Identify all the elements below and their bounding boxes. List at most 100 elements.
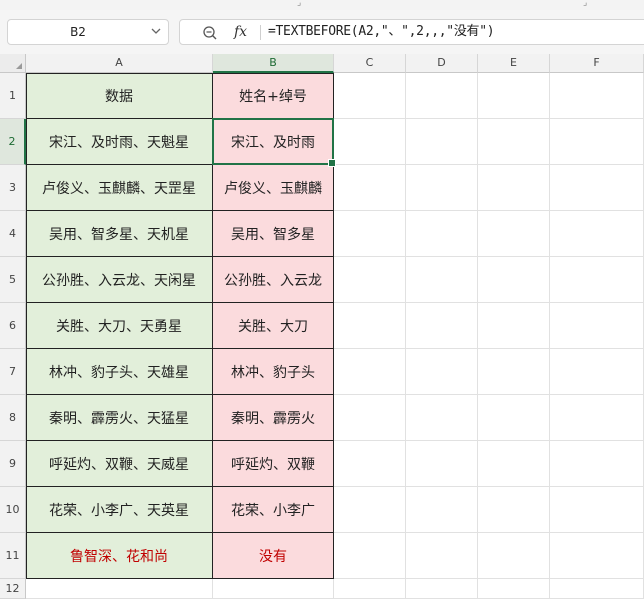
cell-b2[interactable]: 宋江、及时雨 — [213, 119, 334, 165]
cell-c1[interactable] — [334, 73, 406, 119]
cell-e2[interactable] — [478, 119, 550, 165]
row-header-12[interactable]: 12 — [0, 579, 26, 599]
cell-d4[interactable] — [406, 211, 478, 257]
cell-a8[interactable]: 秦明、霹雳火、天猛星 — [26, 395, 213, 441]
cell-a12[interactable] — [26, 579, 213, 599]
cell-e10[interactable] — [478, 487, 550, 533]
column-header-c[interactable]: C — [334, 54, 406, 73]
formula-text[interactable]: =TEXTBEFORE(A2,"、",2,,,"没有") — [268, 20, 495, 44]
column-header-b[interactable]: B — [213, 54, 334, 73]
cell-c4[interactable] — [334, 211, 406, 257]
column-header-e[interactable]: E — [478, 54, 550, 73]
table-left-border — [26, 73, 27, 579]
row-header-3[interactable]: 3 — [0, 165, 26, 211]
cell-b8[interactable]: 秦明、霹雳火 — [213, 395, 334, 441]
zoom-icon[interactable] — [202, 25, 218, 41]
cell-f11[interactable] — [550, 533, 644, 579]
cell-a10[interactable]: 花荣、小李广、天英星 — [26, 487, 213, 533]
cell-e11[interactable] — [478, 533, 550, 579]
cell-e9[interactable] — [478, 441, 550, 487]
fx-icon[interactable]: fx — [234, 21, 247, 43]
row-header-8[interactable]: 8 — [0, 395, 26, 441]
cell-c5[interactable] — [334, 257, 406, 303]
cell-f4[interactable] — [550, 211, 644, 257]
cell-e1[interactable] — [478, 73, 550, 119]
row-header-5[interactable]: 5 — [0, 257, 26, 303]
cell-d9[interactable] — [406, 441, 478, 487]
column-header-a[interactable]: A — [26, 54, 213, 73]
cell-c8[interactable] — [334, 395, 406, 441]
row-header-2[interactable]: 2 — [0, 119, 26, 165]
cell-f7[interactable] — [550, 349, 644, 395]
cell-b3[interactable]: 卢俊义、玉麒麟 — [213, 165, 334, 211]
cell-e3[interactable] — [478, 165, 550, 211]
cell-f6[interactable] — [550, 303, 644, 349]
cell-a11[interactable]: 鲁智深、花和尚 — [26, 533, 213, 579]
cell-f5[interactable] — [550, 257, 644, 303]
cell-a5[interactable]: 公孙胜、入云龙、天闲星 — [26, 257, 213, 303]
cell-f9[interactable] — [550, 441, 644, 487]
cell-d11[interactable] — [406, 533, 478, 579]
chevron-down-icon[interactable] — [150, 25, 162, 37]
cell-b7[interactable]: 林冲、豹子头 — [213, 349, 334, 395]
cell-b1[interactable]: 姓名+绰号 — [213, 73, 334, 119]
cell-d7[interactable] — [406, 349, 478, 395]
row-header-7[interactable]: 7 — [0, 349, 26, 395]
cell-a4[interactable]: 吴用、智多星、天机星 — [26, 211, 213, 257]
row-header-1[interactable]: 1 — [0, 73, 26, 119]
cell-f10[interactable] — [550, 487, 644, 533]
cell-f8[interactable] — [550, 395, 644, 441]
cell-d2[interactable] — [406, 119, 478, 165]
cell-f12[interactable] — [550, 579, 644, 599]
cell-d12[interactable] — [406, 579, 478, 599]
formula-bar: B2 fx =TEXTBEFORE(A2,"、",2,,,"没有") — [0, 10, 644, 54]
column-header-d[interactable]: D — [406, 54, 478, 73]
select-all-corner[interactable] — [0, 54, 26, 73]
row-header-4[interactable]: 4 — [0, 211, 26, 257]
cell-c2[interactable] — [334, 119, 406, 165]
cell-c11[interactable] — [334, 533, 406, 579]
cell-a6[interactable]: 关胜、大刀、天勇星 — [26, 303, 213, 349]
cell-d10[interactable] — [406, 487, 478, 533]
cell-e5[interactable] — [478, 257, 550, 303]
cell-e8[interactable] — [478, 395, 550, 441]
cell-c9[interactable] — [334, 441, 406, 487]
cell-d8[interactable] — [406, 395, 478, 441]
cell-b11[interactable]: 没有 — [213, 533, 334, 579]
formula-input[interactable]: fx =TEXTBEFORE(A2,"、",2,,,"没有") — [179, 19, 644, 45]
cell-b5[interactable]: 公孙胜、入云龙 — [213, 257, 334, 303]
cell-e4[interactable] — [478, 211, 550, 257]
row-header-11[interactable]: 11 — [0, 533, 26, 579]
row-header-10[interactable]: 10 — [0, 487, 26, 533]
cell-b4[interactable]: 吴用、智多星 — [213, 211, 334, 257]
cell-d5[interactable] — [406, 257, 478, 303]
cell-d6[interactable] — [406, 303, 478, 349]
cell-e7[interactable] — [478, 349, 550, 395]
cell-a2[interactable]: 宋江、及时雨、天魁星 — [26, 119, 213, 165]
name-box-value: B2 — [70, 25, 86, 39]
column-header-f[interactable]: F — [550, 54, 644, 73]
cell-a3[interactable]: 卢俊义、玉麒麟、天罡星 — [26, 165, 213, 211]
cell-b9[interactable]: 呼延灼、双鞭 — [213, 441, 334, 487]
cell-c10[interactable] — [334, 487, 406, 533]
cell-c6[interactable] — [334, 303, 406, 349]
cell-f1[interactable] — [550, 73, 644, 119]
row-header-6[interactable]: 6 — [0, 303, 26, 349]
cell-e12[interactable] — [478, 579, 550, 599]
cell-c3[interactable] — [334, 165, 406, 211]
cell-d1[interactable] — [406, 73, 478, 119]
name-box[interactable]: B2 — [7, 19, 169, 45]
cell-a9[interactable]: 呼延灼、双鞭、天威星 — [26, 441, 213, 487]
cell-e6[interactable] — [478, 303, 550, 349]
cell-f2[interactable] — [550, 119, 644, 165]
cell-f3[interactable] — [550, 165, 644, 211]
cell-b6[interactable]: 关胜、大刀 — [213, 303, 334, 349]
row-header-9[interactable]: 9 — [0, 441, 26, 487]
cell-c7[interactable] — [334, 349, 406, 395]
cell-c12[interactable] — [334, 579, 406, 599]
cell-d3[interactable] — [406, 165, 478, 211]
cell-a7[interactable]: 林冲、豹子头、天雄星 — [26, 349, 213, 395]
cell-a1[interactable]: 数据 — [26, 73, 213, 119]
cell-b12[interactable] — [213, 579, 334, 599]
cell-b10[interactable]: 花荣、小李广 — [213, 487, 334, 533]
